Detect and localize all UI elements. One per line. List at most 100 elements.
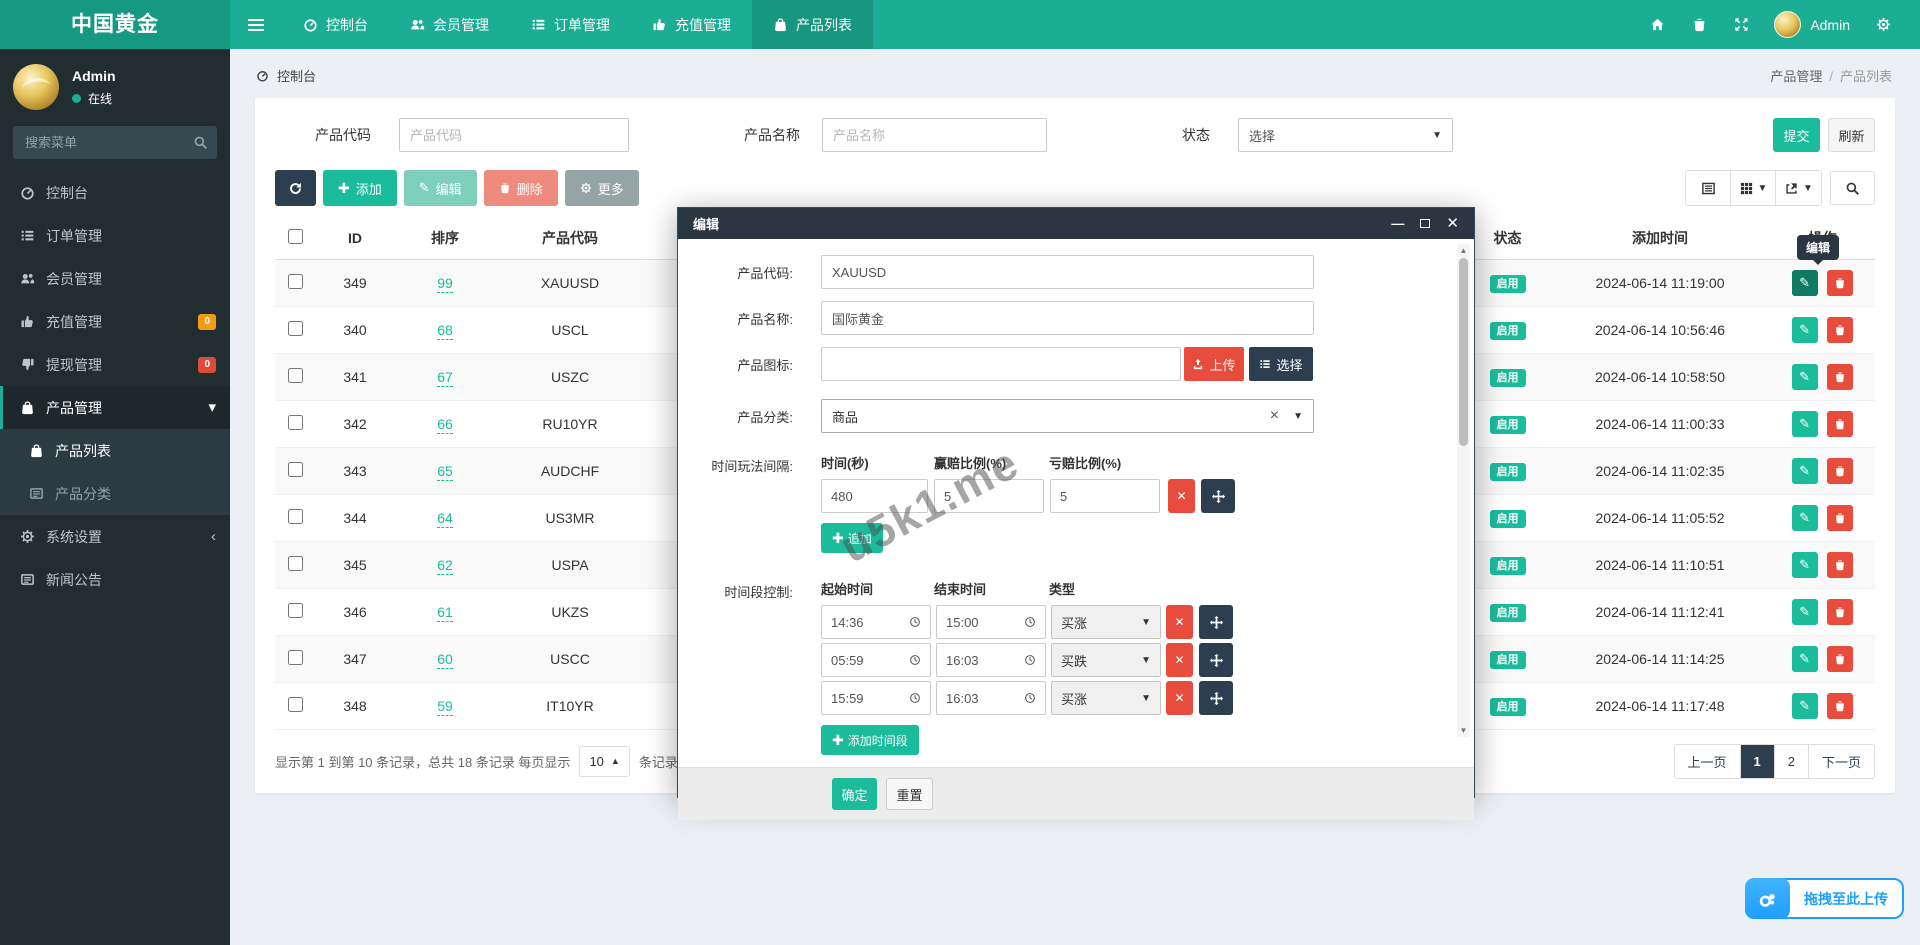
minimize-icon[interactable]: —	[1391, 217, 1404, 230]
name-filter-input[interactable]	[822, 118, 1047, 152]
sort-link[interactable]: 99	[437, 275, 453, 293]
sort-link[interactable]: 62	[437, 557, 453, 575]
row-edit-button[interactable]: ✎	[1792, 411, 1818, 437]
period-type-select[interactable]: 买涨▼	[1051, 605, 1161, 639]
reload-table-button[interactable]	[275, 170, 316, 206]
header-id[interactable]: ID	[315, 218, 395, 259]
row-delete-button[interactable]	[1827, 317, 1853, 343]
remove-period-button[interactable]: ✕	[1166, 681, 1193, 715]
edit-button[interactable]: ✎编辑	[404, 170, 477, 206]
page-2-button[interactable]: 2	[1775, 745, 1809, 778]
period-end-input[interactable]: 16:03	[936, 681, 1046, 715]
move-handle-button[interactable]	[1201, 479, 1235, 513]
sidebar-item-product-category[interactable]: 产品分类	[0, 472, 230, 515]
per-page-select[interactable]: 10▲	[579, 746, 629, 777]
row-edit-button[interactable]: ✎	[1792, 552, 1818, 578]
move-handle-button[interactable]	[1199, 681, 1233, 715]
remove-period-button[interactable]: ✕	[1166, 605, 1193, 639]
sidebar-item-news[interactable]: 新闻公告	[0, 558, 230, 601]
row-checkbox[interactable]	[288, 321, 303, 336]
breadcrumb-section[interactable]: 产品管理	[1770, 69, 1822, 84]
product-code-input[interactable]	[821, 255, 1314, 289]
upload-button[interactable]: 上传	[1184, 347, 1244, 381]
period-type-select[interactable]: 买跌▼	[1051, 643, 1161, 677]
header-sort[interactable]: 排序	[395, 218, 495, 259]
table-search-button[interactable]	[1830, 171, 1875, 205]
drag-upload-widget[interactable]: 拖拽至此上传	[1745, 878, 1904, 919]
product-name-input[interactable]	[821, 301, 1314, 335]
toggle-view-button[interactable]	[1686, 171, 1731, 205]
sidebar-item-dashboard[interactable]: 控制台	[0, 171, 230, 214]
status-filter-select[interactable]: 选择▼	[1238, 118, 1453, 152]
fullscreen-button[interactable]	[1720, 0, 1762, 49]
sidebar-item-recharge[interactable]: 充值管理0	[0, 300, 230, 343]
nav-item-recharge[interactable]: 充值管理	[631, 0, 752, 49]
sidebar-item-system-settings[interactable]: 系统设置‹	[0, 515, 230, 558]
reset-button[interactable]: 重置	[886, 778, 933, 810]
refresh-button[interactable]: 刷新	[1828, 118, 1875, 152]
header-code[interactable]: 产品代码	[495, 218, 645, 259]
sort-link[interactable]: 65	[437, 463, 453, 481]
sort-link[interactable]: 60	[437, 651, 453, 669]
row-checkbox[interactable]	[288, 509, 303, 524]
row-delete-button[interactable]	[1827, 270, 1853, 296]
row-delete-button[interactable]	[1827, 646, 1853, 672]
sort-link[interactable]: 68	[437, 322, 453, 340]
row-checkbox[interactable]	[288, 556, 303, 571]
clear-cache-button[interactable]	[1678, 0, 1720, 49]
row-checkbox[interactable]	[288, 603, 303, 618]
row-edit-button[interactable]: ✎	[1792, 505, 1818, 531]
move-handle-button[interactable]	[1199, 643, 1233, 677]
period-end-input[interactable]: 16:03	[936, 643, 1046, 677]
nav-item-members[interactable]: 会员管理	[389, 0, 510, 49]
row-checkbox[interactable]	[288, 462, 303, 477]
modal-scrollbar[interactable]: ▲ ▼	[1457, 244, 1470, 737]
next-page-button[interactable]: 下一页	[1809, 745, 1874, 778]
sidebar-item-withdraw[interactable]: 提现管理0	[0, 343, 230, 386]
row-edit-button[interactable]: ✎	[1792, 599, 1818, 625]
sort-link[interactable]: 59	[437, 698, 453, 716]
remove-interval-button[interactable]: ✕	[1168, 479, 1195, 513]
row-checkbox[interactable]	[288, 697, 303, 712]
period-type-select[interactable]: 买涨▼	[1051, 681, 1161, 715]
nav-item-dashboard[interactable]: 控制台	[282, 0, 389, 49]
brand-logo[interactable]: 中国黄金	[0, 0, 230, 49]
delete-button[interactable]: 删除	[484, 170, 558, 206]
nav-item-products[interactable]: 产品列表	[752, 0, 873, 49]
row-delete-button[interactable]	[1827, 599, 1853, 625]
interval-win-input[interactable]	[934, 479, 1044, 513]
scrollbar-thumb[interactable]	[1459, 258, 1468, 446]
page-1-button[interactable]: 1	[1741, 745, 1775, 778]
move-handle-button[interactable]	[1199, 605, 1233, 639]
row-edit-button[interactable]: ✎	[1792, 646, 1818, 672]
sidebar-toggle-button[interactable]	[230, 0, 282, 49]
header-status[interactable]: 状态	[1465, 218, 1550, 259]
row-edit-button[interactable]: ✎	[1792, 270, 1818, 296]
remove-period-button[interactable]: ✕	[1166, 643, 1193, 677]
row-edit-button[interactable]: ✎	[1792, 458, 1818, 484]
modal-header[interactable]: 编辑 — ✕	[678, 208, 1474, 239]
menu-search-input[interactable]	[13, 126, 217, 159]
sidebar-item-orders[interactable]: 订单管理	[0, 214, 230, 257]
sidebar-item-product-mgmt[interactable]: 产品管理▾	[0, 386, 230, 429]
interval-lose-input[interactable]	[1050, 479, 1160, 513]
interval-time-input[interactable]	[821, 479, 928, 513]
row-delete-button[interactable]	[1827, 411, 1853, 437]
scroll-down-icon[interactable]: ▼	[1457, 726, 1470, 735]
choose-button[interactable]: 选择	[1249, 347, 1313, 381]
period-start-input[interactable]: 14:36	[821, 605, 931, 639]
scroll-up-icon[interactable]: ▲	[1457, 246, 1470, 255]
period-end-input[interactable]: 15:00	[936, 605, 1046, 639]
add-button[interactable]: ✚添加	[323, 170, 397, 206]
row-edit-button[interactable]: ✎	[1792, 364, 1818, 390]
row-delete-button[interactable]	[1827, 552, 1853, 578]
product-icon-input[interactable]	[821, 347, 1181, 381]
submit-button[interactable]: 提交	[1773, 118, 1820, 152]
header-time[interactable]: 添加时间	[1550, 218, 1770, 259]
user-menu[interactable]: Admin	[1762, 11, 1862, 38]
row-checkbox[interactable]	[288, 274, 303, 289]
row-delete-button[interactable]	[1827, 505, 1853, 531]
confirm-button[interactable]: 确定	[832, 778, 877, 810]
close-icon[interactable]: ✕	[1446, 216, 1459, 231]
clear-icon[interactable]: ×	[1270, 408, 1293, 424]
